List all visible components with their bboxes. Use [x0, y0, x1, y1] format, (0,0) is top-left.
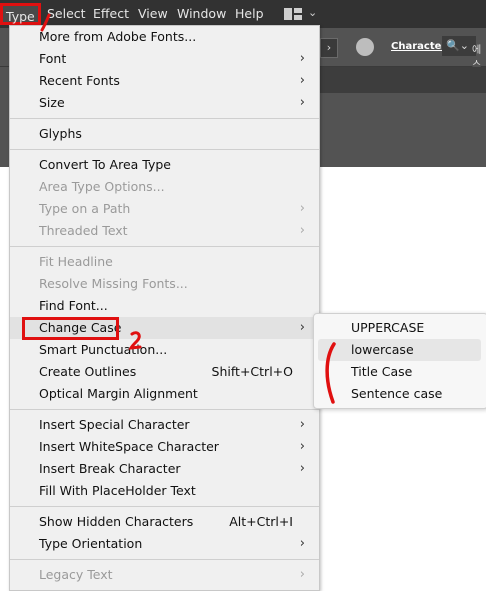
menu-item-insert-special[interactable]: Insert Special Character › [10, 414, 319, 436]
menu-item-insert-whitespace[interactable]: Insert WhiteSpace Character › [10, 436, 319, 458]
chevron-right-icon: › [299, 51, 305, 66]
chevron-right-icon: › [299, 461, 305, 476]
menu-item-threaded-text: Threaded Text › [10, 220, 319, 242]
workspace-grid-icon[interactable] [284, 8, 302, 20]
menu-item-fit-headline: Fit Headline [39, 254, 113, 269]
chevron-right-icon: › [299, 223, 305, 238]
annotation-mark-3-icon [325, 342, 336, 404]
menu-item-font[interactable]: Font › [10, 48, 319, 70]
annotation-mark-1-icon [40, 13, 51, 32]
menu-item-type-orientation[interactable]: Type Orientation › [10, 533, 319, 555]
menu-item-legacy-text: Legacy Text › [10, 564, 319, 586]
font-search-field[interactable]: 🔍⌄ [442, 36, 476, 56]
menu-item-show-hidden[interactable]: Show Hidden Characters Alt+Ctrl+I [10, 511, 319, 533]
menu-item-glyphs[interactable]: Glyphs [10, 123, 319, 145]
chevron-right-icon: › [299, 536, 305, 551]
chevron-down-icon[interactable]: ⌄ [308, 6, 317, 19]
submenu-item-lowercase[interactable]: lowercase [318, 339, 481, 361]
menu-item-more-fonts[interactable]: More from Adobe Fonts... [10, 26, 319, 48]
menu-item-size[interactable]: Size › [10, 92, 319, 114]
annotation-mark-2-icon [128, 331, 142, 350]
menu-separator [10, 149, 319, 150]
menu-separator [10, 506, 319, 507]
menu-effect[interactable]: Effect [93, 6, 129, 22]
chevron-right-icon: › [299, 567, 305, 582]
menu-item-resolve-missing-fonts: Resolve Missing Fonts... [39, 276, 188, 291]
chevron-right-icon: › [299, 95, 305, 110]
shortcut-label: Alt+Ctrl+I [229, 514, 293, 529]
chevron-right-icon: › [299, 201, 305, 216]
chevron-right-icon: › [299, 73, 305, 88]
menu-item-area-type-options: Area Type Options... [39, 179, 165, 194]
menu-bar: Type Select Effect View Window Help ⌄ [0, 0, 486, 28]
menu-window[interactable]: Window [177, 6, 226, 22]
menu-view[interactable]: View [138, 6, 168, 22]
chevron-right-icon: › [299, 439, 305, 454]
chevron-right-icon: › [299, 320, 305, 335]
submenu-item-uppercase[interactable]: UPPERCASE [318, 317, 481, 339]
menu-item-create-outlines[interactable]: Create Outlines Shift+Ctrl+O [10, 361, 319, 383]
menu-item-type-on-path: Type on a Path › [10, 198, 319, 220]
menu-item-fill-placeholder[interactable]: Fill With PlaceHolder Text [10, 480, 319, 502]
chevron-right-icon: › [299, 417, 305, 432]
menu-item-recent-fonts[interactable]: Recent Fonts › [10, 70, 319, 92]
menu-separator [10, 246, 319, 247]
annotation-highlight-box [22, 317, 119, 340]
submenu-item-title-case[interactable]: Title Case [318, 361, 481, 383]
menu-item-smart-punctuation[interactable]: Smart Punctuation... [10, 339, 319, 361]
submenu-item-sentence-case[interactable]: Sentence case [318, 383, 481, 405]
type-menu: More from Adobe Fonts... Font › Recent Fo… [9, 25, 320, 591]
menu-separator [10, 118, 319, 119]
menu-help[interactable]: Help [235, 6, 264, 22]
menu-item-insert-break[interactable]: Insert Break Character › [10, 458, 319, 480]
menu-item-optical-margin[interactable]: Optical Margin Alignment [10, 383, 319, 405]
menu-separator [10, 559, 319, 560]
menu-item-convert-area-type[interactable]: Convert To Area Type [10, 154, 319, 176]
next-arrow-button[interactable]: › [320, 38, 338, 58]
document-tab-bar [318, 67, 486, 93]
shortcut-label: Shift+Ctrl+O [211, 364, 293, 379]
menu-separator [10, 409, 319, 410]
globe-icon[interactable] [356, 38, 374, 56]
menu-item-find-font[interactable]: Find Font... [10, 295, 319, 317]
